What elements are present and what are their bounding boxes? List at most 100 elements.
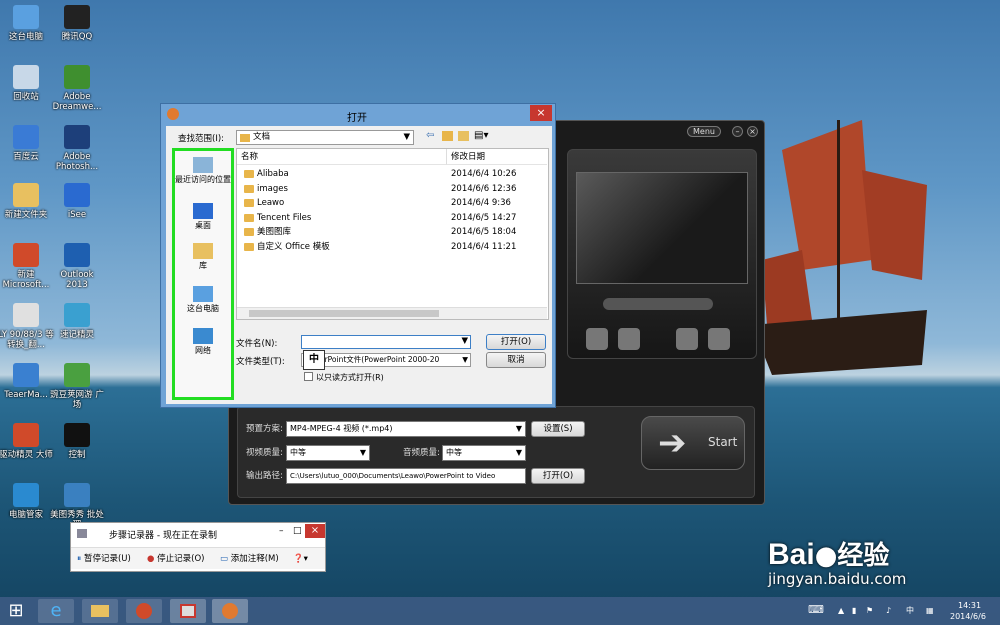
close-button[interactable]: × <box>747 126 758 137</box>
place-this-pc[interactable]: 这台电脑 <box>175 286 231 314</box>
preset-select[interactable]: MP4-MPEG-4 视频 (*.mp4) ▼ <box>286 421 526 437</box>
flag-icon[interactable]: ⚑ <box>866 606 873 616</box>
desktop-icon <box>193 203 213 219</box>
file-row[interactable]: Alibaba 2014/6/4 10:26 <box>237 167 547 181</box>
desktop-app-icon <box>13 423 39 447</box>
clock-time[interactable]: 14:31 <box>958 601 981 611</box>
desktop-icon[interactable]: 驱动精灵 大师 <box>0 423 54 460</box>
leawo-task-icon[interactable] <box>212 599 248 623</box>
file-row[interactable]: images 2014/6/6 12:36 <box>237 182 547 196</box>
desktop-icon[interactable]: 百度云 <box>0 125 54 162</box>
steps-minimize-button[interactable]: – <box>279 526 284 536</box>
file-row[interactable]: Tencent Files 2014/6/5 14:27 <box>237 211 547 225</box>
scrollbar-thumb[interactable] <box>249 310 439 317</box>
file-name: 自定义 Office 模板 <box>257 241 330 252</box>
place-desktop[interactable]: 桌面 <box>175 203 231 231</box>
back-icon[interactable]: ⇦ <box>426 130 434 141</box>
file-row[interactable]: 自定义 Office 模板 2014/6/4 11:21 <box>237 240 547 254</box>
pause-button[interactable]: ⏸ 暂停记录(U) <box>77 548 131 570</box>
place-libraries[interactable]: 库 <box>175 243 231 271</box>
place-recent-places[interactable]: 最近访问的位置 <box>175 157 231 185</box>
clock-date[interactable]: 2014/6/6 <box>950 612 986 622</box>
desktop-icon[interactable]: Outlook 2013 <box>49 243 105 290</box>
minimize-button[interactable]: – <box>732 126 743 137</box>
ime-tray[interactable]: 中 <box>906 606 914 616</box>
rewind-button[interactable] <box>618 328 640 350</box>
dialog-open-button[interactable]: 打开(O) <box>486 334 546 350</box>
file-explorer-icon[interactable] <box>82 599 118 623</box>
desktop-icon[interactable]: Adobe Photosh... <box>49 125 105 172</box>
desktop-icon[interactable]: 新建文件夹 <box>0 183 54 220</box>
prev-button[interactable] <box>586 328 608 350</box>
ship-wallpaper-image <box>752 120 927 375</box>
desktop-icon[interactable]: Adobe Dreamwe... <box>49 65 105 112</box>
new-folder-icon[interactable] <box>458 131 469 141</box>
paint-icon[interactable] <box>126 599 162 623</box>
lookin-select[interactable]: 文档 ▼ <box>236 130 414 145</box>
calendar-icon[interactable]: ▦ <box>926 606 934 616</box>
output-path-field[interactable]: C:\Users\lutuo_000\Documents\Leawo\Power… <box>286 468 526 484</box>
desktop-icon[interactable]: LY 90/88/3 等转换_翻... <box>0 303 54 350</box>
desktop-icon[interactable]: 速记精灵 <box>49 303 105 340</box>
desktop-app-icon <box>64 5 90 29</box>
stop-button[interactable]: ● 停止记录(O) <box>147 548 204 570</box>
settings-button[interactable]: 设置(S) <box>531 421 585 437</box>
column-header-name[interactable]: 名称 <box>237 149 447 165</box>
readonly-label: 以只读方式打开(R) <box>316 373 384 382</box>
up-folder-icon[interactable] <box>442 131 453 141</box>
watermark-url: jingyan.baidu.com <box>768 570 907 588</box>
video-quality-label: 视频质量: <box>246 448 283 458</box>
forward-button[interactable] <box>676 328 698 350</box>
file-row[interactable]: 美图图库 2014/6/5 18:04 <box>237 225 547 239</box>
desktop-app-icon <box>13 363 39 387</box>
desktop-icon[interactable]: 控制 <box>49 423 105 460</box>
audio-quality-select[interactable]: 中等 ▼ <box>442 445 526 461</box>
pause-icon: ⏸ <box>77 554 82 564</box>
folder-icon <box>244 228 254 236</box>
desktop-app-icon <box>64 423 90 447</box>
output-open-button[interactable]: 打开(O) <box>531 468 585 484</box>
comment-icon: ▭ <box>220 554 229 564</box>
steps-recorder-task-icon[interactable] <box>170 599 206 623</box>
horizontal-scrollbar[interactable] <box>237 307 547 319</box>
desktop-icon[interactable]: 电脑管家 <box>0 483 54 520</box>
desktop-icon[interactable]: 豌豆荚网游 广场 <box>49 363 105 410</box>
file-row[interactable]: Leawo 2014/6/4 9:36 <box>237 196 547 210</box>
filetype-select[interactable]: PowerPoint文件(PowerPoint 2000-20 ▼ <box>301 353 471 367</box>
desktop-icon[interactable]: 回收站 <box>0 65 54 102</box>
desktop-icon[interactable]: iSee <box>49 183 105 220</box>
desktop-icon[interactable]: 这台电脑 <box>0 5 54 42</box>
desktop-icon[interactable]: 腾讯QQ <box>49 5 105 42</box>
start-button[interactable]: ➔ Start <box>641 416 745 470</box>
next-button[interactable] <box>708 328 730 350</box>
desktop-icon[interactable]: 新建 Microsoft... <box>0 243 54 290</box>
place-network[interactable]: 网络 <box>175 328 231 356</box>
view-menu-icon[interactable]: ▤▾ <box>474 130 488 141</box>
desktop-app-icon <box>13 183 39 207</box>
ie-browser-icon[interactable]: e <box>38 599 74 623</box>
file-name: Alibaba <box>257 169 289 179</box>
dialog-cancel-button[interactable]: 取消 <box>486 352 546 368</box>
filename-input[interactable]: ▼ <box>301 335 471 349</box>
seek-slider[interactable] <box>603 298 713 310</box>
video-quality-select[interactable]: 中等 ▼ <box>286 445 370 461</box>
keyboard-icon[interactable]: ⌨ <box>808 604 824 615</box>
folder-icon <box>244 199 254 207</box>
help-icon[interactable]: ❓▾ <box>293 548 308 570</box>
tray-up-arrow-icon[interactable]: ▲ <box>838 606 844 616</box>
desktop-icon[interactable]: TeaerMa... <box>0 363 54 400</box>
desktop-icon-label: 速记精灵 <box>59 330 94 340</box>
column-header-date[interactable]: 修改日期 <box>447 149 547 165</box>
start-windows-icon[interactable]: ⊞ <box>4 599 28 623</box>
network-icon[interactable]: ▮ <box>852 606 856 616</box>
dialog-close-button[interactable]: × <box>530 105 552 121</box>
stop-icon: ● <box>147 554 155 564</box>
add-comment-button[interactable]: ▭ 添加注释(M) <box>220 548 279 570</box>
steps-close-button[interactable]: × <box>305 524 325 538</box>
volume-icon[interactable]: ♪ <box>886 606 891 616</box>
open-file-dialog: 打开 × 查找范围(I): 文档 ▼ ⇦ ▤▾ 最近访问的位置 桌面库这台电脑 网络… <box>160 103 556 408</box>
readonly-checkbox[interactable] <box>304 372 313 381</box>
steps-restore-button[interactable]: □ <box>293 526 302 536</box>
preview-screen <box>576 172 748 284</box>
menu-button[interactable]: Menu <box>687 126 721 137</box>
